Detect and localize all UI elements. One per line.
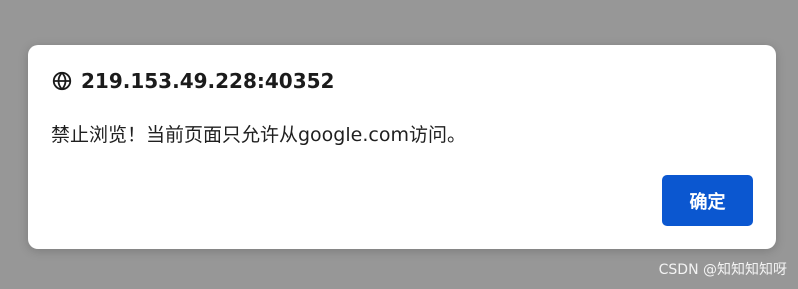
csdn-watermark: CSDN @知知知知呀 [658,262,787,278]
alert-dialog: 219.153.49.228:40352 禁止浏览！当前页面只允许从google… [28,45,776,249]
dialog-header: 219.153.49.228:40352 [51,67,334,95]
dialog-title: 219.153.49.228:40352 [81,69,335,93]
ok-button[interactable]: 确定 [662,175,753,226]
dialog-message: 禁止浏览！当前页面只允许从google.com访问。 [51,124,466,146]
globe-icon [51,70,73,92]
